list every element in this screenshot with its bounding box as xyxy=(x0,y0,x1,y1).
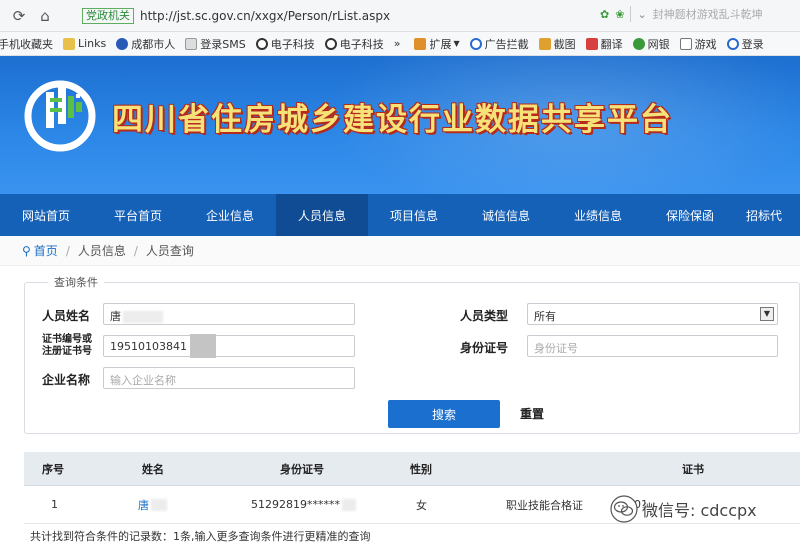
id-placeholder: 身份证号 xyxy=(534,342,578,355)
blurred-text xyxy=(151,498,167,511)
col-name: 姓名 xyxy=(142,462,164,476)
refresh-icon[interactable]: ⟳ xyxy=(6,3,32,29)
block-icon xyxy=(469,37,482,50)
row-name-link[interactable]: 唐 xyxy=(138,486,167,523)
chevron-down-icon: ▼ xyxy=(453,39,460,48)
id-input[interactable]: 身份证号 xyxy=(527,335,778,357)
breadcrumb-current: 人员查询 xyxy=(145,244,194,258)
breadcrumb: ⚲ 首页 / 人员信息 / 人员查询 xyxy=(0,236,800,266)
breadcrumb-separator: / xyxy=(133,243,138,258)
search-button[interactable]: 搜索 xyxy=(388,400,500,428)
row-id-no: 51292819****** xyxy=(251,486,356,523)
nav-tender-agency[interactable]: 招标代 xyxy=(736,194,800,236)
site-icon xyxy=(116,37,129,50)
nav-project-info[interactable]: 项目信息 xyxy=(368,194,460,236)
extension-item[interactable]: 登录 xyxy=(726,36,764,52)
nav-insurance[interactable]: 保险保函 xyxy=(644,194,736,236)
nav-credit-info[interactable]: 诚信信息 xyxy=(460,194,552,236)
chevron-down-icon[interactable]: ⌄ xyxy=(637,8,646,21)
reset-button[interactable]: 重置 xyxy=(520,405,544,422)
name-label: 人员姓名 xyxy=(42,309,91,323)
folder-icon xyxy=(63,37,75,50)
bookmark-item[interactable]: 手机收藏夹 xyxy=(0,36,53,52)
page-icon xyxy=(185,37,198,50)
blurred-text xyxy=(342,498,356,511)
home-icon[interactable]: ⌂ xyxy=(32,3,58,29)
col-index: 序号 xyxy=(42,462,64,476)
nav-performance-info[interactable]: 业绩信息 xyxy=(552,194,644,236)
url-field[interactable]: 党政机关 http://jst.sc.gov.cn/xxgx/Person/rL… xyxy=(82,5,642,27)
company-label: 企业名称 xyxy=(42,373,91,387)
extension-item[interactable]: 广告拦截 xyxy=(469,36,529,52)
url-path: /xxgx/Person/rList.aspx xyxy=(250,9,391,23)
row-cert-type: 职业技能合格证 xyxy=(506,498,583,512)
extension-item[interactable]: 截图 xyxy=(538,36,576,52)
wechat-watermark: 微信号: cdccpx xyxy=(610,495,757,523)
site-header: 四川省住房城乡建设行业数据共享平台 xyxy=(0,56,800,194)
nav-home[interactable]: 网站首页 xyxy=(0,194,92,236)
bookmark-item[interactable]: 电子科技 xyxy=(255,36,315,52)
address-bar-right: ✿ ❀ ⌄ 封神题材游戏乱斗乾坤 xyxy=(600,6,763,22)
map-pin-icon: ⚲ xyxy=(22,243,31,258)
nav-platform-home[interactable]: 平台首页 xyxy=(92,194,184,236)
scissors-icon xyxy=(538,37,551,50)
cert-badge: 党政机关 xyxy=(82,8,134,24)
cert-no-value: 19510103841 xyxy=(110,340,187,353)
name-value: 唐 xyxy=(110,310,121,323)
type-label: 人员类型 xyxy=(460,309,509,323)
globe-icon xyxy=(255,37,268,50)
company-placeholder: 输入企业名称 xyxy=(110,374,176,387)
bookmarks-bar: 手机收藏夹 Links 成都市人 登录SMS 电子科技 电子科技 » 扩展 ▼ 广… xyxy=(0,32,800,56)
main-nav: 网站首页 平台首页 企业信息 人员信息 项目信息 诚信信息 业绩信息 保险保函 … xyxy=(0,194,800,236)
grid-icon xyxy=(414,37,427,50)
shield-icon[interactable]: ✿ xyxy=(600,8,609,21)
type-value: 所有 xyxy=(534,310,556,323)
blurred-text xyxy=(123,311,163,323)
row-index: 1 xyxy=(51,498,58,511)
leaf-icon[interactable]: ❀ xyxy=(615,8,624,21)
browser-address-bar: ⟳ ⌂ 党政机关 http://jst.sc.gov.cn/xxgx/Perso… xyxy=(0,0,800,32)
extension-item[interactable]: 游戏 xyxy=(679,36,717,52)
bank-icon xyxy=(632,37,645,50)
platform-logo-icon xyxy=(24,80,96,152)
globe-icon xyxy=(324,37,337,50)
gamepad-icon xyxy=(679,37,692,50)
nav-company-info[interactable]: 企业信息 xyxy=(184,194,276,236)
extension-item[interactable]: 扩展 ▼ xyxy=(414,36,460,52)
result-summary: 共计找到符合条件的记录数：1条,输入更多查询条件进行更精准的查询 xyxy=(30,530,371,543)
extension-item[interactable]: 翻译 xyxy=(585,36,623,52)
breadcrumb-personnel[interactable]: 人员信息 xyxy=(78,242,126,259)
results-table-header: 序号 姓名 身份证号 性别 证书 xyxy=(24,452,800,486)
site-title: 四川省住房城乡建设行业数据共享平台 xyxy=(112,102,673,138)
breadcrumb-home[interactable]: 首页 xyxy=(34,242,58,259)
col-id-no: 身份证号 xyxy=(280,462,324,476)
watermark-text: 微信号: cdccpx xyxy=(642,501,757,520)
url-host: http://jst.sc.gov.cn xyxy=(140,9,251,23)
type-select[interactable]: 所有 ▼ xyxy=(527,303,778,325)
name-input[interactable]: 唐 xyxy=(103,303,355,325)
bookmark-item[interactable]: 电子科技 xyxy=(324,36,384,52)
cert-no-label: 证书编号或 注册证书号 xyxy=(42,334,92,357)
company-input[interactable]: 输入企业名称 xyxy=(103,367,355,389)
cert-no-input[interactable]: 19510103841 xyxy=(103,335,355,357)
nav-personnel-info[interactable]: 人员信息 xyxy=(276,194,368,236)
breadcrumb-separator: / xyxy=(65,243,70,258)
search-icon xyxy=(726,37,739,50)
more-bookmarks[interactable]: » xyxy=(394,37,401,50)
query-legend: 查询条件 xyxy=(48,274,104,290)
translate-icon xyxy=(585,37,598,50)
bookmark-item[interactable]: Links xyxy=(63,37,106,50)
bookmark-item[interactable]: 登录SMS xyxy=(185,36,246,52)
col-gender: 性别 xyxy=(410,462,432,476)
ad-text[interactable]: 封神题材游戏乱斗乾坤 xyxy=(653,6,763,22)
privacy-mask xyxy=(190,334,216,358)
bookmark-item[interactable]: 成都市人 xyxy=(116,36,175,52)
extension-item[interactable]: 网银 xyxy=(632,36,670,52)
wechat-icon xyxy=(610,495,638,523)
chevron-down-icon: ▼ xyxy=(760,307,774,321)
divider xyxy=(630,6,632,22)
id-label: 身份证号 xyxy=(460,341,509,355)
col-cert: 证书 xyxy=(682,462,704,476)
row-gender: 女 xyxy=(416,498,427,512)
